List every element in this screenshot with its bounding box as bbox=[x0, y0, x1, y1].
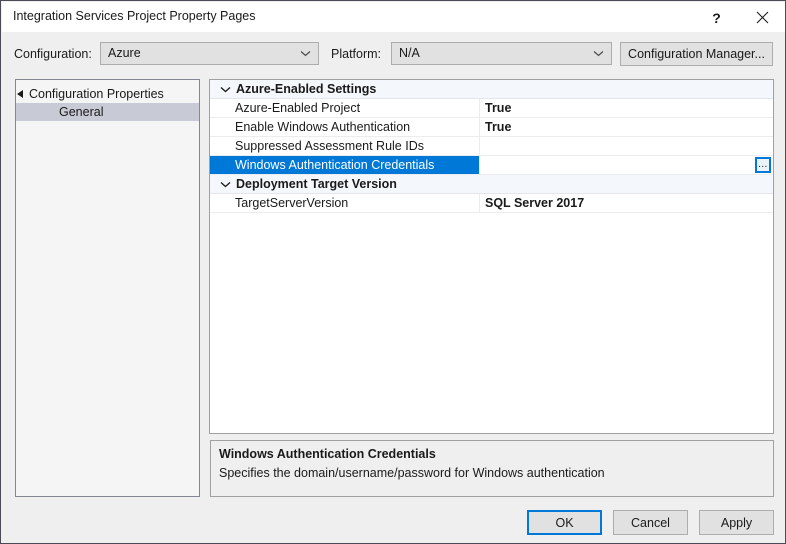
configuration-tree[interactable]: Configuration Properties General bbox=[15, 79, 200, 497]
grid-property-row[interactable]: Suppressed Assessment Rule IDs bbox=[210, 137, 773, 156]
grid-property-name: Enable Windows Authentication bbox=[235, 120, 411, 134]
platform-label: Platform: bbox=[331, 47, 382, 61]
grid-property-row-selected[interactable]: Windows Authentication Credentials … bbox=[210, 156, 773, 175]
grid-property-row[interactable]: Enable Windows Authentication True bbox=[210, 118, 773, 137]
browse-ellipsis-button[interactable]: … bbox=[755, 157, 771, 173]
configuration-label: Configuration: bbox=[14, 47, 92, 61]
description-title: Windows Authentication Credentials bbox=[219, 447, 436, 461]
description-panel: Windows Authentication Credentials Speci… bbox=[210, 440, 774, 497]
grid-category-row[interactable]: Azure-Enabled Settings bbox=[210, 80, 773, 99]
grid-property-row[interactable]: Azure-Enabled Project True bbox=[210, 99, 773, 118]
cancel-button[interactable]: Cancel bbox=[613, 510, 688, 535]
grid-property-value[interactable]: True bbox=[480, 118, 773, 136]
description-text: Specifies the domain/username/password f… bbox=[219, 466, 605, 480]
grid-property-name: Suppressed Assessment Rule IDs bbox=[235, 139, 424, 153]
configuration-dropdown[interactable]: Azure bbox=[100, 42, 319, 65]
help-icon[interactable]: ? bbox=[694, 3, 739, 32]
grid-property-value[interactable] bbox=[480, 137, 773, 155]
chevron-down-icon bbox=[591, 43, 605, 64]
expander-triangle-icon[interactable] bbox=[17, 90, 23, 98]
grid-property-value[interactable]: True bbox=[480, 99, 773, 117]
ok-button[interactable]: OK bbox=[527, 510, 602, 535]
close-icon[interactable] bbox=[740, 3, 785, 32]
grid-property-name: Windows Authentication Credentials bbox=[210, 156, 479, 174]
property-grid[interactable]: Azure-Enabled Settings Azure-Enabled Pro… bbox=[209, 79, 774, 434]
grid-category-label: Deployment Target Version bbox=[236, 177, 397, 191]
grid-category-row[interactable]: Deployment Target Version bbox=[210, 175, 773, 194]
chevron-down-icon bbox=[298, 43, 312, 64]
chevron-down-icon[interactable] bbox=[218, 80, 232, 98]
grid-property-row[interactable]: TargetServerVersion SQL Server 2017 bbox=[210, 194, 773, 213]
grid-property-name: Azure-Enabled Project bbox=[235, 101, 361, 115]
configuration-manager-button[interactable]: Configuration Manager... bbox=[620, 42, 773, 66]
tree-item-label: Configuration Properties bbox=[29, 87, 164, 101]
grid-property-value[interactable]: SQL Server 2017 bbox=[480, 194, 773, 212]
platform-dropdown[interactable]: N/A bbox=[391, 42, 612, 65]
grid-property-value[interactable]: … bbox=[480, 156, 773, 174]
tree-item-general[interactable]: General bbox=[16, 103, 199, 121]
property-pages-dialog: Integration Services Project Property Pa… bbox=[0, 0, 786, 544]
tree-item-configuration-properties[interactable]: Configuration Properties bbox=[16, 85, 199, 103]
title-bar: Integration Services Project Property Pa… bbox=[2, 2, 785, 32]
window-title: Integration Services Project Property Pa… bbox=[13, 9, 256, 23]
tree-item-label: General bbox=[59, 105, 104, 119]
chevron-down-icon[interactable] bbox=[218, 175, 232, 193]
configuration-dropdown-value: Azure bbox=[108, 46, 141, 60]
grid-category-label: Azure-Enabled Settings bbox=[236, 82, 377, 96]
platform-dropdown-value: N/A bbox=[399, 46, 420, 60]
grid-property-name: TargetServerVersion bbox=[235, 196, 349, 210]
apply-button[interactable]: Apply bbox=[699, 510, 774, 535]
close-glyph bbox=[756, 11, 769, 24]
